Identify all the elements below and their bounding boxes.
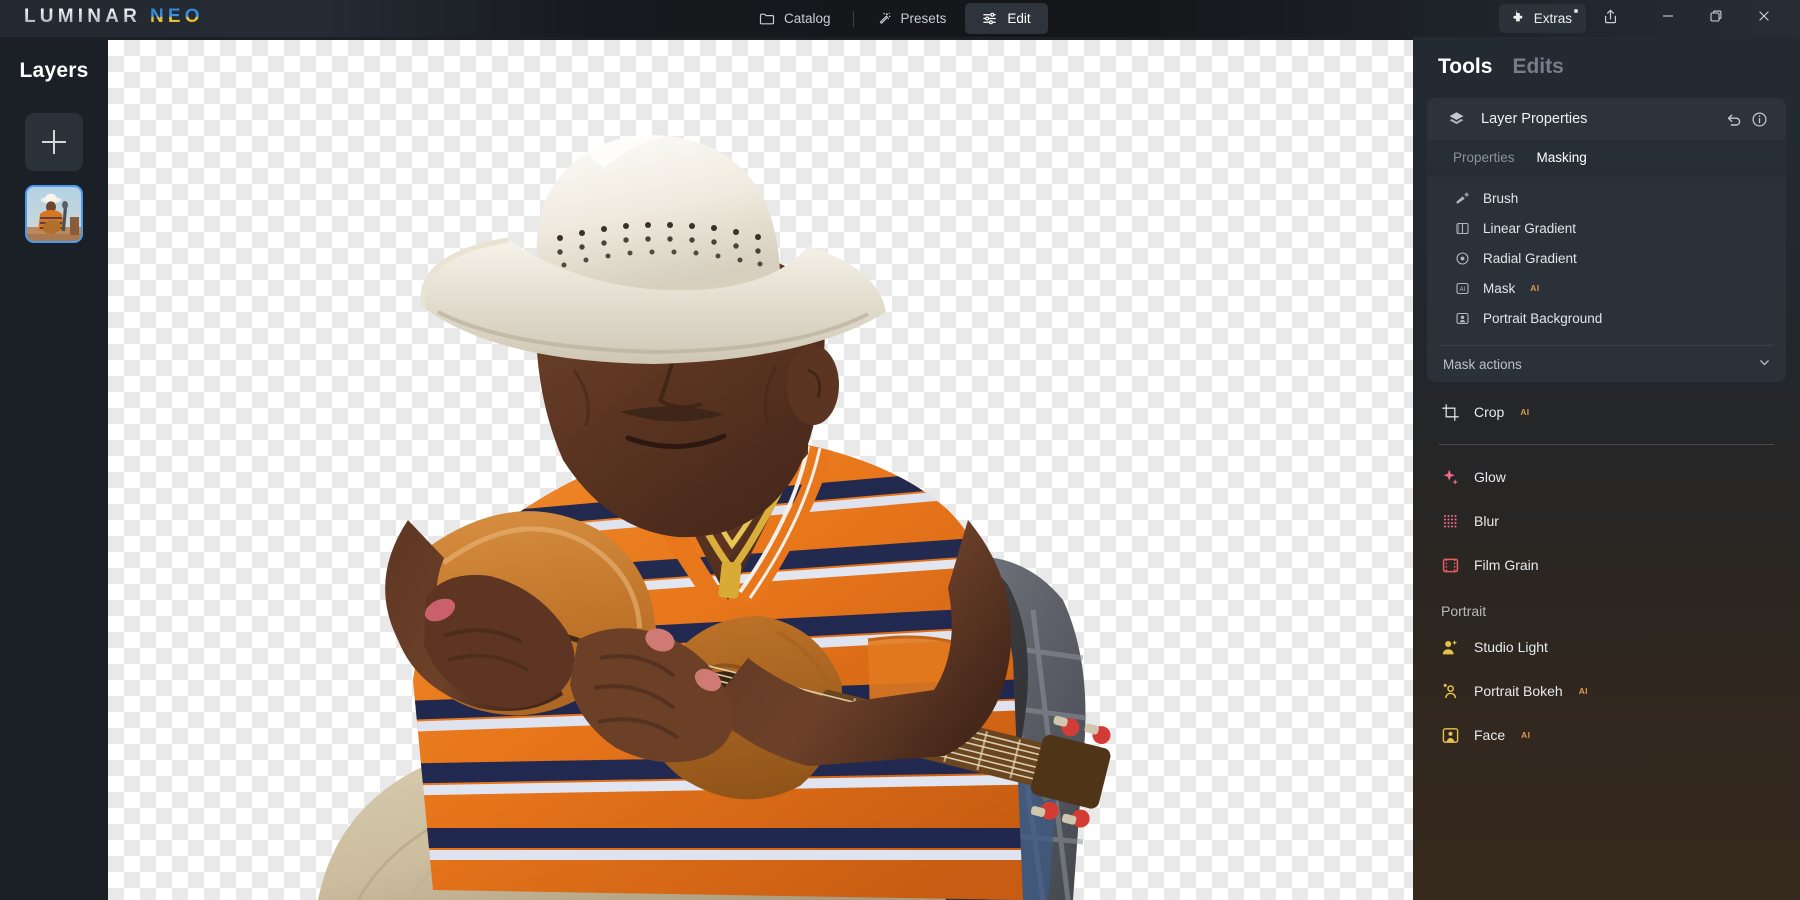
linear-gradient-icon xyxy=(1455,221,1470,236)
canvas-photo-subject xyxy=(318,134,1111,900)
mask-tool-radial-gradient-label: Radial Gradient xyxy=(1483,250,1577,266)
layers-sidebar: Layers xyxy=(0,37,108,900)
minimize-icon xyxy=(1660,8,1676,29)
tools-panel: Tools Edits Layer Properties Properties … xyxy=(1413,37,1800,900)
sliders-icon xyxy=(982,11,998,27)
share-icon xyxy=(1602,8,1619,30)
tool-studio-light-label: Studio Light xyxy=(1474,639,1548,655)
folder-icon xyxy=(759,11,775,27)
mask-tool-radial-gradient[interactable]: Radial Gradient xyxy=(1427,243,1786,273)
tool-blur[interactable]: Blur xyxy=(1413,499,1800,543)
app-logo: LUMINAR NEO xyxy=(24,6,204,28)
tool-portrait-bokeh-label: Portrait Bokeh xyxy=(1474,683,1563,699)
tool-film-grain-label: Film Grain xyxy=(1474,557,1539,573)
minimize-button[interactable] xyxy=(1646,2,1690,35)
luminar-neo-window: LUMINAR NEO Catalog Presets Edit Extras … xyxy=(0,0,1800,900)
svg-text:AI: AI xyxy=(1460,286,1466,292)
cowboy-hat xyxy=(420,134,886,364)
maximize-icon xyxy=(1708,8,1724,29)
tool-glow-label: Glow xyxy=(1474,469,1506,485)
layer-properties-subtabs: Properties Masking xyxy=(1427,140,1786,177)
mask-tool-portrait-background-label: Portrait Background xyxy=(1483,310,1603,326)
sparkle-wand-icon xyxy=(876,11,892,27)
studio-light-icon xyxy=(1441,638,1460,657)
mask-ai-icon: AI xyxy=(1455,281,1470,296)
tool-face[interactable]: Face AI xyxy=(1413,713,1800,757)
blur-icon xyxy=(1441,512,1460,531)
logo-neo-text: NEO xyxy=(150,6,204,27)
tool-crop[interactable]: Crop AI xyxy=(1413,390,1800,434)
ai-badge: AI xyxy=(1578,686,1588,696)
close-icon xyxy=(1756,8,1772,29)
layer-thumbnail-image xyxy=(27,187,81,241)
tool-crop-label: Crop xyxy=(1474,404,1505,420)
nav-tab-edit[interactable]: Edit xyxy=(965,3,1048,34)
mask-tool-mask-ai[interactable]: AI Mask AI xyxy=(1427,273,1786,303)
top-bar: LUMINAR NEO Catalog Presets Edit Extras xyxy=(0,0,1800,37)
extras-label: Extras xyxy=(1533,11,1572,26)
ai-badge: AI xyxy=(1521,730,1531,740)
face-icon xyxy=(1441,726,1460,745)
section-label-portrait: Portrait xyxy=(1441,603,1487,619)
share-button[interactable] xyxy=(1590,2,1630,35)
mask-actions-label: Mask actions xyxy=(1443,356,1522,372)
layers-panel-title: Layers xyxy=(19,59,89,82)
nav-divider xyxy=(852,10,854,27)
tab-edits[interactable]: Edits xyxy=(1512,55,1563,79)
portrait-bokeh-icon xyxy=(1441,682,1460,701)
tool-glow[interactable]: Glow xyxy=(1413,455,1800,499)
film-grain-icon xyxy=(1441,556,1460,575)
window-controls: Extras xyxy=(1498,2,1786,35)
plus-icon xyxy=(42,130,66,154)
extras-badge-dot xyxy=(1574,9,1578,13)
tool-film-grain[interactable]: Film Grain xyxy=(1413,543,1800,587)
layer-properties-card: Layer Properties Properties Masking Brus… xyxy=(1427,98,1786,346)
layer-thumbnail-item[interactable] xyxy=(25,185,83,243)
info-icon[interactable] xyxy=(1746,106,1772,132)
tool-face-label: Face xyxy=(1474,727,1506,743)
tool-portrait-bokeh[interactable]: Portrait Bokeh AI xyxy=(1413,669,1800,713)
portrait-background-icon xyxy=(1455,311,1470,326)
mask-tool-brush-label: Brush xyxy=(1483,190,1519,206)
layer-properties-header[interactable]: Layer Properties xyxy=(1427,98,1786,140)
radial-gradient-icon xyxy=(1455,251,1470,266)
mask-tool-mask-ai-label: Mask xyxy=(1483,280,1516,296)
subtab-masking[interactable]: Masking xyxy=(1537,150,1587,165)
mask-tool-linear-gradient[interactable]: Linear Gradient xyxy=(1427,213,1786,243)
nav-tab-catalog[interactable]: Catalog xyxy=(742,3,848,34)
puzzle-piece-icon xyxy=(1510,9,1526,28)
tools-divider xyxy=(1439,444,1774,445)
nav-tab-presets[interactable]: Presets xyxy=(859,3,964,34)
mask-tool-portrait-background[interactable]: Portrait Background xyxy=(1427,303,1786,333)
subtab-properties[interactable]: Properties xyxy=(1453,150,1515,165)
main-nav: Catalog Presets Edit xyxy=(742,3,1048,34)
mask-tool-linear-gradient-label: Linear Gradient xyxy=(1483,220,1577,236)
ai-badge: AI xyxy=(1530,283,1540,293)
tool-blur-label: Blur xyxy=(1474,513,1499,529)
mask-tool-list: Brush Linear Gradient Radial Gradient AI… xyxy=(1427,177,1786,343)
glow-icon xyxy=(1441,468,1460,487)
mask-actions-row[interactable]: Mask actions xyxy=(1427,346,1786,382)
nav-tab-presets-label: Presets xyxy=(900,11,947,26)
brush-icon xyxy=(1455,191,1470,206)
extras-button[interactable]: Extras xyxy=(1498,4,1586,33)
undo-icon[interactable] xyxy=(1720,106,1746,132)
ai-badge: AI xyxy=(1520,407,1530,417)
add-layer-button[interactable] xyxy=(25,113,83,171)
maximize-button[interactable] xyxy=(1694,2,1738,35)
tool-studio-light[interactable]: Studio Light xyxy=(1413,625,1800,669)
close-button[interactable] xyxy=(1742,2,1786,35)
layers-icon xyxy=(1443,106,1469,132)
image-canvas[interactable] xyxy=(108,40,1413,900)
crop-icon xyxy=(1441,403,1460,422)
nav-tab-edit-label: Edit xyxy=(1007,11,1031,26)
layer-properties-title: Layer Properties xyxy=(1481,111,1588,127)
tab-tools[interactable]: Tools xyxy=(1438,55,1492,79)
logo-luminar-text: LUMINAR xyxy=(24,6,141,27)
mask-tool-brush[interactable]: Brush xyxy=(1427,183,1786,213)
chevron-down-icon xyxy=(1757,355,1772,373)
panel-tab-bar: Tools Edits xyxy=(1413,37,1800,79)
nav-tab-catalog-label: Catalog xyxy=(784,11,831,26)
